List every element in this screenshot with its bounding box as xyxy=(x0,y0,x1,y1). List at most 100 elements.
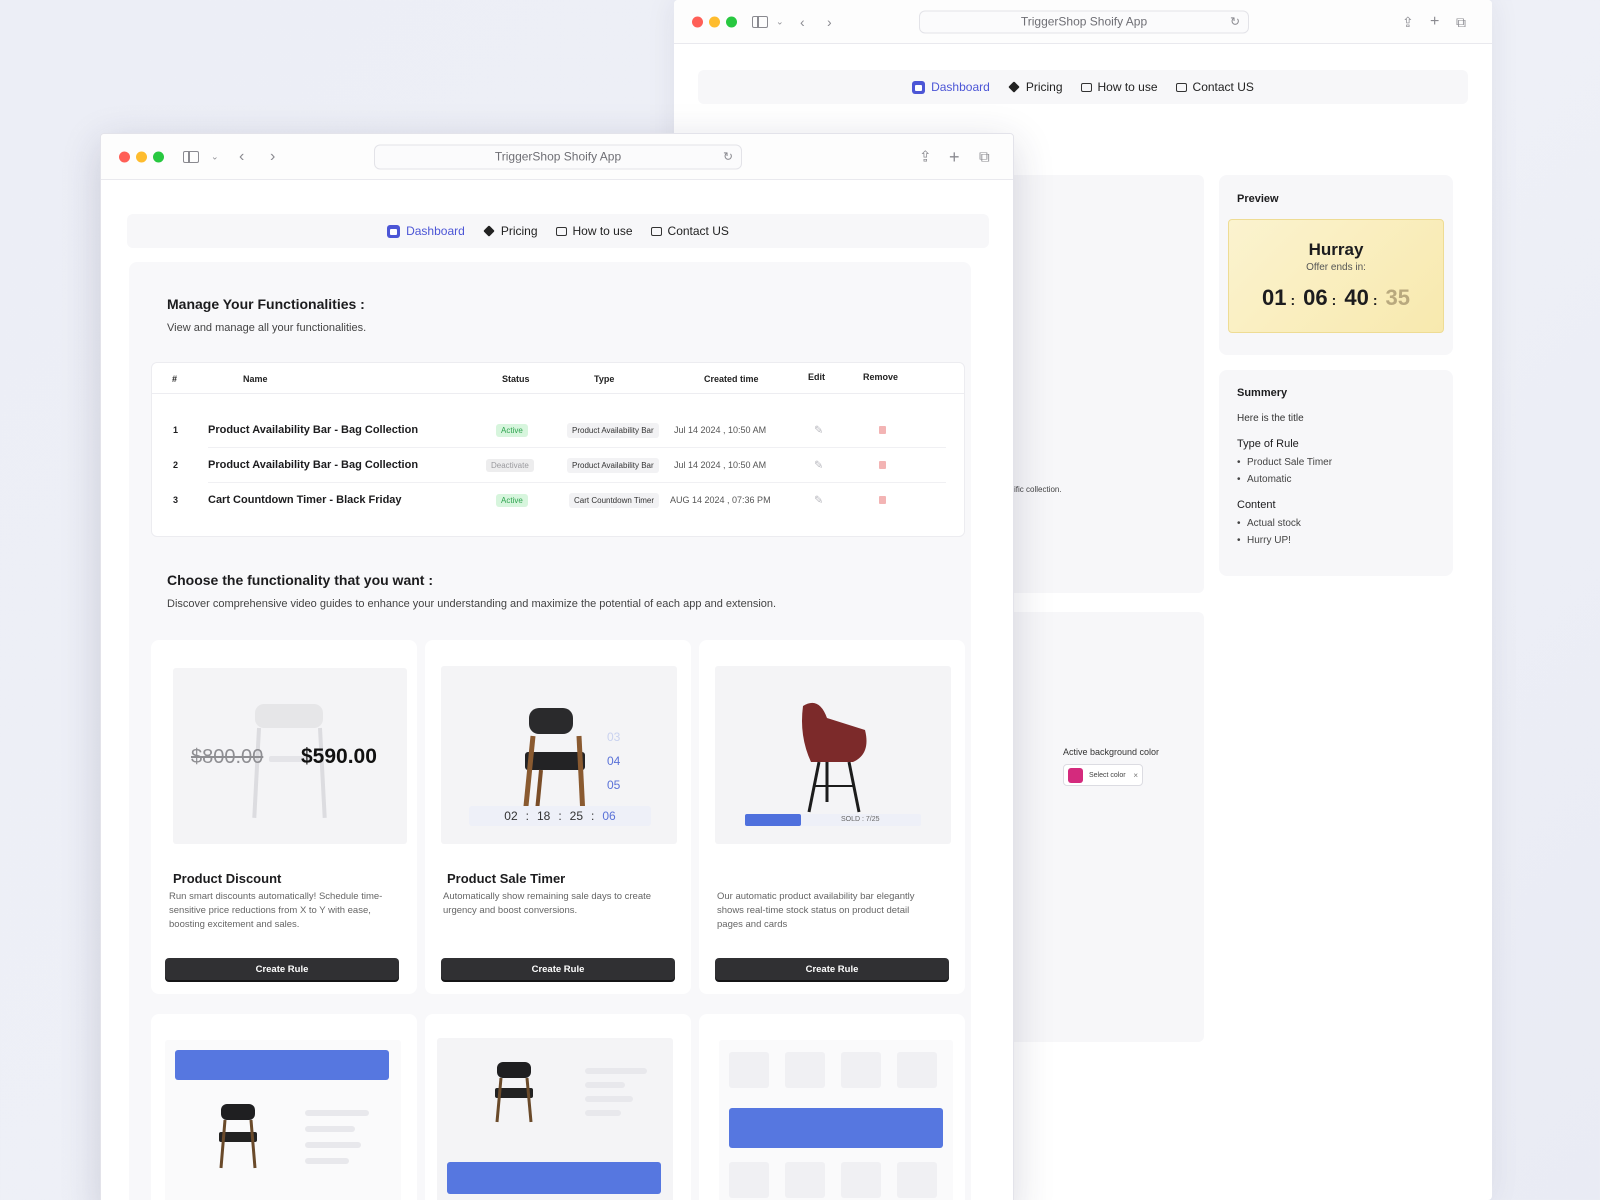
status-badge: Active xyxy=(496,424,528,437)
nav-pricing[interactable]: Pricing xyxy=(1008,80,1063,94)
nav-dashboard-label: Dashboard xyxy=(931,80,990,94)
table-row[interactable]: 3 Cart Countdown Timer - Black Friday Ac… xyxy=(152,483,964,517)
timer-minutes: 40 xyxy=(1344,285,1369,310)
product-discount-card: $800.00 $590.00 Product Discount Run sma… xyxy=(151,640,417,994)
card-title: Product Discount xyxy=(173,871,282,886)
banner-block xyxy=(447,1162,661,1194)
tab-overview-icon[interactable]: ⧉ xyxy=(1456,15,1466,29)
trash-icon[interactable] xyxy=(879,461,886,469)
forward-arrow-icon[interactable]: › xyxy=(270,148,275,165)
nav-how-to-use-label: How to use xyxy=(1097,80,1158,94)
row-name: Product Availability Bar - Bag Collectio… xyxy=(208,459,419,471)
timer-stack-digit: 05 xyxy=(607,778,621,792)
active-bg-color-label: Active background color xyxy=(1063,747,1160,757)
back-arrow-icon[interactable]: ‹ xyxy=(800,15,805,29)
availability-progress-bar: SOLD : 7/25 xyxy=(745,814,921,826)
new-tab-icon[interactable]: + xyxy=(1430,13,1439,30)
choose-description: Discover comprehensive video guides to e… xyxy=(167,598,777,610)
list-item: Actual stock xyxy=(1237,518,1435,529)
list-item: Automatic xyxy=(1237,474,1435,485)
feature-preview-image xyxy=(719,1040,953,1200)
forward-arrow-icon[interactable]: › xyxy=(827,15,832,29)
back-arrow-icon[interactable]: ‹ xyxy=(239,148,244,165)
feature-card xyxy=(699,1014,965,1200)
front-nav-bar: Dashboard Pricing How to use Contact US xyxy=(127,214,989,248)
rule-type-list: Product Sale Timer Automatic xyxy=(1237,457,1435,485)
nav-contact[interactable]: Contact US xyxy=(1175,80,1254,94)
product-sale-timer-card: 03 04 05 02: 18: 25: 06 Product Sale Tim… xyxy=(425,640,691,994)
sale-days: 02 xyxy=(504,809,518,823)
type-chip: Cart Countdown Timer xyxy=(569,493,660,508)
new-tab-icon[interactable]: + xyxy=(949,148,960,166)
availability-text: SOLD : 7/25 xyxy=(841,816,880,823)
color-picker-placeholder: Select color xyxy=(1089,771,1126,779)
address-bar[interactable]: TriggerShop Shoify App ↻ xyxy=(919,10,1249,33)
col-header-type: Type xyxy=(594,374,615,384)
clear-color-icon[interactable]: × xyxy=(1133,771,1138,780)
timer-stack-digit: 03 xyxy=(607,730,621,744)
home-icon xyxy=(912,80,926,94)
edit-pencil-icon[interactable]: ✎ xyxy=(814,424,823,437)
trash-icon[interactable] xyxy=(879,426,886,434)
timer-hours: 06 xyxy=(1303,285,1328,310)
share-icon[interactable]: ⇪ xyxy=(1402,15,1414,29)
edit-pencil-icon[interactable]: ✎ xyxy=(814,459,823,472)
sale-hours: 18 xyxy=(536,809,551,823)
rule-type-heading: Type of Rule xyxy=(1237,438,1299,450)
preview-headline: Hurray xyxy=(1308,240,1364,259)
minimize-window-button[interactable] xyxy=(709,16,720,27)
color-swatch[interactable] xyxy=(1068,767,1083,783)
reload-icon[interactable]: ↻ xyxy=(1230,11,1240,32)
trash-icon[interactable] xyxy=(879,496,886,504)
create-rule-button[interactable]: Create Rule xyxy=(715,958,949,980)
type-chip: Product Availability Bar xyxy=(567,458,659,473)
manage-title: Manage Your Functionalities : xyxy=(167,296,365,312)
mail-icon xyxy=(1175,82,1187,92)
create-rule-button[interactable]: Create Rule xyxy=(165,958,399,980)
nav-contact[interactable]: Contact US xyxy=(650,224,729,238)
minimize-window-button[interactable] xyxy=(136,151,147,162)
table-row[interactable]: 2 Product Availability Bar - Bag Collect… xyxy=(152,448,964,482)
preview-digits: 01: 06: 40: 35 xyxy=(1262,285,1410,310)
style-panel xyxy=(1004,612,1204,1042)
card-description: Our automatic product availability bar e… xyxy=(717,891,915,930)
maximize-window-button[interactable] xyxy=(153,151,164,162)
table-row[interactable]: 1 Product Availability Bar - Bag Collect… xyxy=(152,413,964,447)
tab-overview-icon[interactable]: ⧉ xyxy=(979,149,990,164)
feature-preview-image xyxy=(437,1038,673,1200)
share-icon[interactable]: ⇪ xyxy=(919,149,932,164)
col-header-num: # xyxy=(172,374,178,384)
sidebar-toggle-icon[interactable] xyxy=(752,15,768,28)
close-window-button[interactable] xyxy=(692,16,703,27)
nav-dashboard[interactable]: Dashboard xyxy=(912,80,990,94)
close-window-button[interactable] xyxy=(119,151,130,162)
home-icon xyxy=(387,224,401,238)
content-list: Actual stock Hurry UP! xyxy=(1237,518,1435,546)
col-header-remove: Remove xyxy=(863,372,899,382)
reload-icon[interactable]: ↻ xyxy=(723,145,733,168)
nav-how-to-use[interactable]: How to use xyxy=(555,224,633,238)
color-picker-field[interactable]: Select color × xyxy=(1063,764,1143,786)
card-title: Product Sale Timer xyxy=(447,871,566,886)
settings-panel xyxy=(1004,175,1204,593)
chevron-down-icon[interactable]: ⌄ xyxy=(211,152,219,161)
countdown-preview: Hurray Offer ends in: 01: 06: 40: 35 xyxy=(1228,219,1444,333)
nav-dashboard[interactable]: Dashboard xyxy=(387,224,465,238)
front-browser-window: ⌄ ‹ › TriggerShop Shoify App ↻ ⇪ + ⧉ Das… xyxy=(100,133,1014,1200)
nav-pricing[interactable]: Pricing xyxy=(483,224,538,238)
nav-pricing-label: Pricing xyxy=(1025,80,1063,94)
edit-pencil-icon[interactable]: ✎ xyxy=(814,494,823,507)
col-header-created: Created time xyxy=(704,374,759,384)
chair-image xyxy=(219,1104,257,1169)
sidebar-toggle-icon[interactable] xyxy=(183,150,199,163)
chevron-down-icon[interactable]: ⌄ xyxy=(776,17,784,26)
create-rule-button[interactable]: Create Rule xyxy=(441,958,675,980)
availability-bar-card: SOLD : 7/25 Our automatic product availa… xyxy=(699,640,965,994)
nav-how-to-use[interactable]: How to use xyxy=(1080,80,1158,94)
address-bar[interactable]: TriggerShop Shoify App ↻ xyxy=(374,144,742,169)
maximize-window-button[interactable] xyxy=(726,16,737,27)
feature-preview-image xyxy=(165,1040,401,1200)
sale-minutes: 25 xyxy=(569,809,584,823)
list-item: Hurry UP! xyxy=(1237,535,1435,546)
feature-card xyxy=(425,1014,691,1200)
